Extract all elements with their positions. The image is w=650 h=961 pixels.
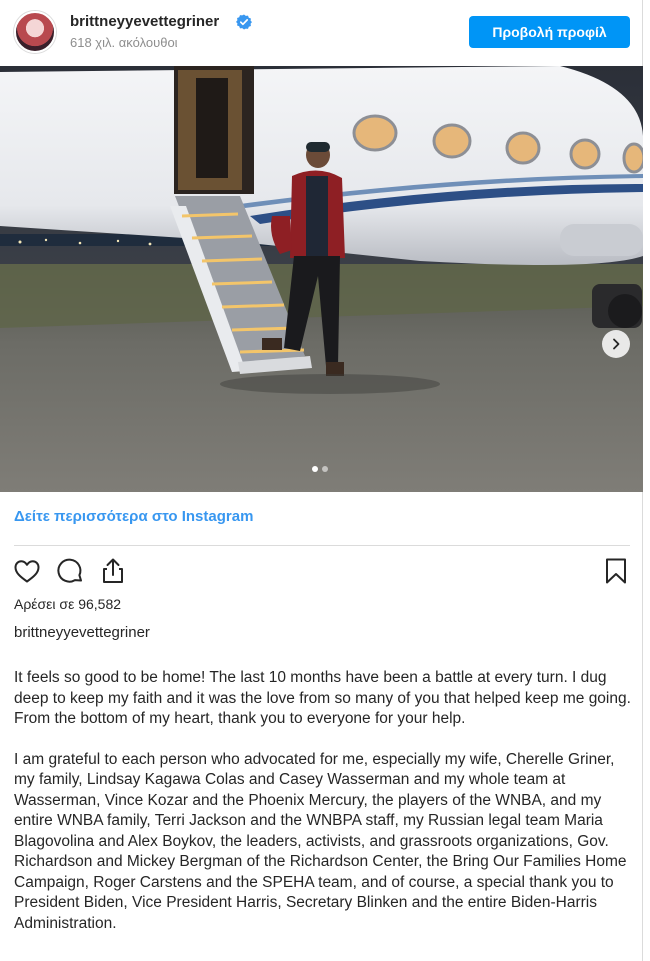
caption-paragraph: I am grateful to each person who advocat… (14, 750, 627, 932)
view-profile-button[interactable]: Προβολή προφίλ (469, 16, 630, 48)
comment-icon[interactable] (55, 556, 85, 586)
next-photo-button[interactable] (602, 330, 630, 358)
post-caption: It feels so good to be home! The last 10… (14, 668, 634, 954)
share-icon[interactable] (98, 556, 128, 586)
divider (14, 545, 630, 546)
avatar[interactable] (14, 11, 56, 53)
bookmark-icon[interactable] (601, 556, 631, 586)
chevron-right-icon (613, 338, 620, 350)
like-count[interactable]: Αρέσει σε 96,582 (14, 596, 121, 612)
see-more-on-instagram-link[interactable]: Δείτε περισσότερα στο Instagram (14, 508, 253, 525)
photo-illustration (0, 66, 643, 492)
carousel-indicator (312, 466, 328, 472)
carousel-dot (322, 466, 328, 472)
instagram-embed: brittneyyevettegriner 618 χιλ. ακόλουθοι… (0, 0, 643, 961)
post-header: brittneyyevettegriner 618 χιλ. ακόλουθοι… (0, 0, 643, 66)
carousel-dot (312, 466, 318, 472)
caption-username[interactable]: brittneyyevettegriner (14, 624, 150, 641)
verified-badge-icon (236, 14, 252, 30)
heart-icon[interactable] (12, 556, 42, 586)
follower-count: 618 χιλ. ακόλουθοι (70, 35, 178, 50)
caption-paragraph: It feels so good to be home! The last 10… (14, 669, 631, 727)
username[interactable]: brittneyyevettegriner (70, 13, 219, 30)
post-photo[interactable] (0, 66, 643, 492)
